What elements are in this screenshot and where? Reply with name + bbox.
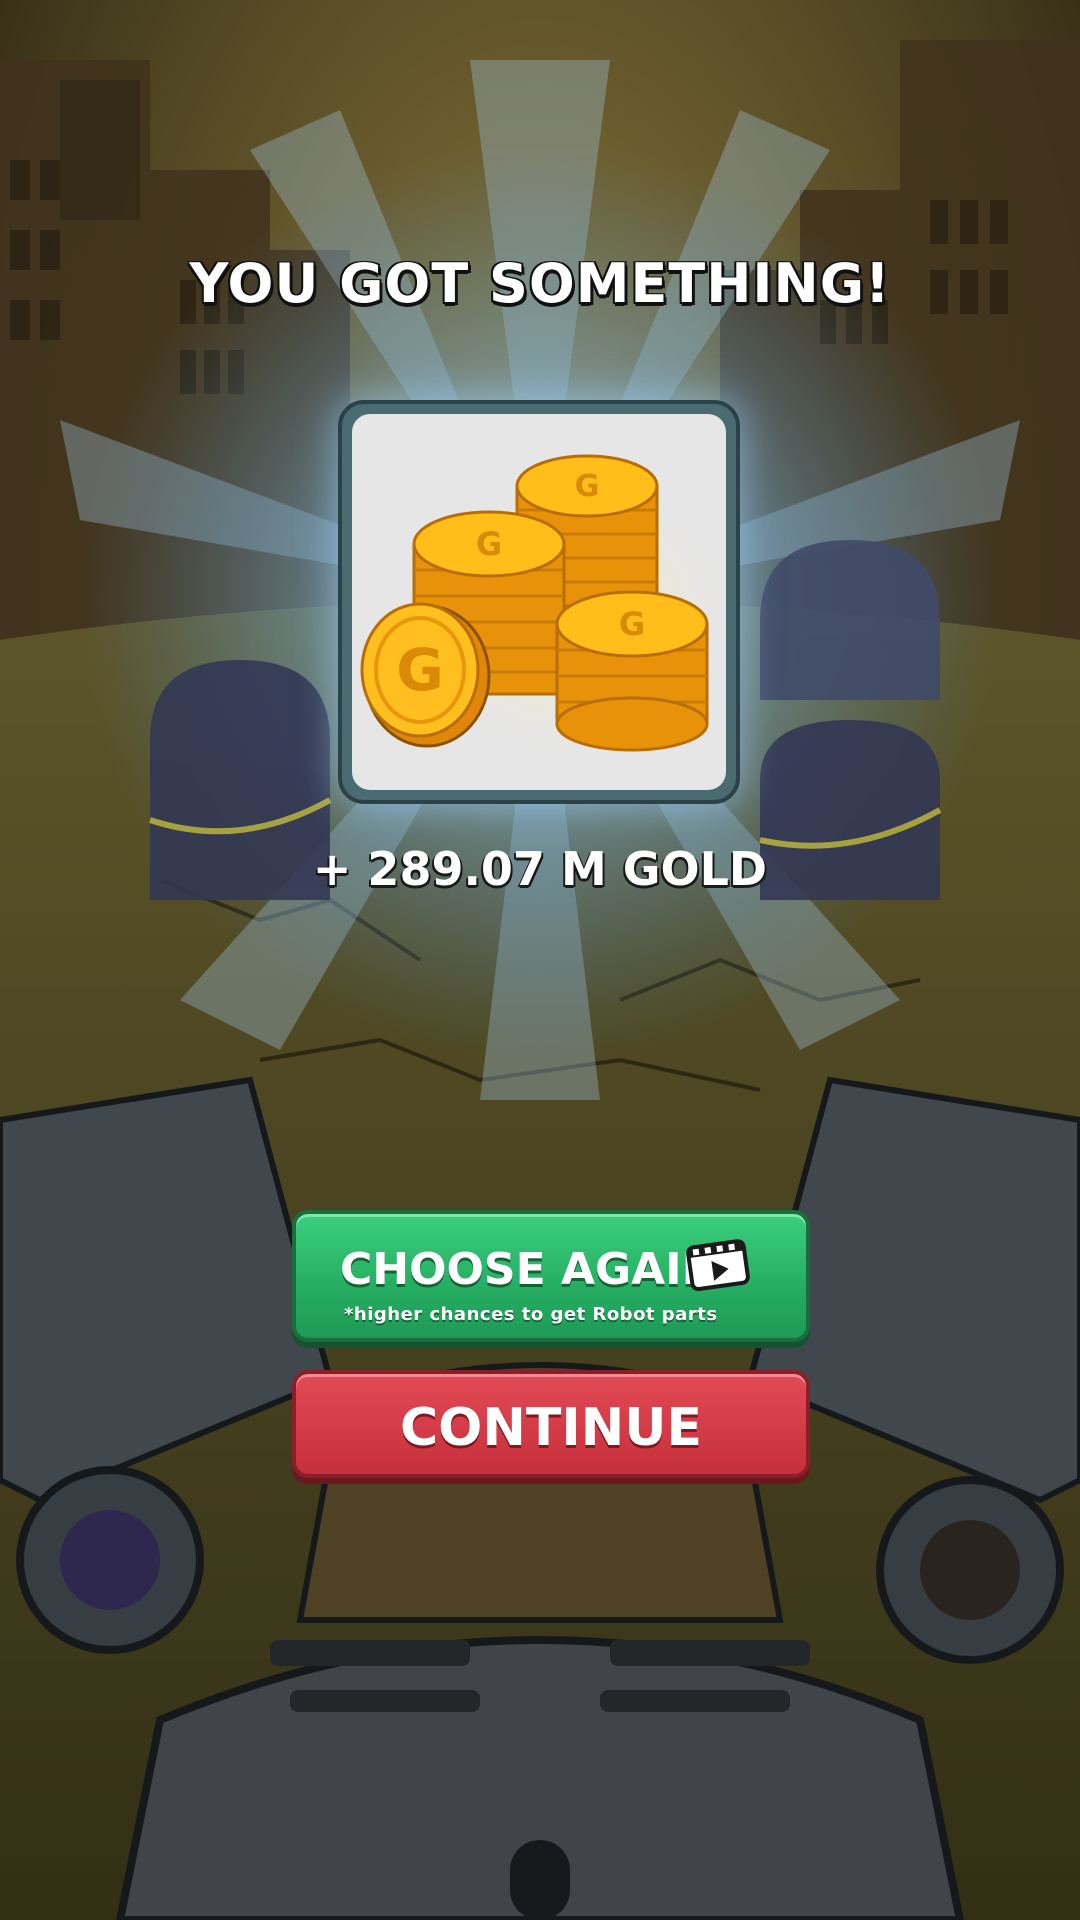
reward-screen: YOU GOT SOMETHING! G G G G + 289.07 M GO… <box>0 0 1080 1920</box>
reward-amount: + 289.07 M GOLD <box>312 842 768 896</box>
svg-text:G: G <box>619 605 645 643</box>
choose-again-sublabel: *higher chances to get Robot parts <box>344 1304 718 1325</box>
reward-card-inner: G G G G <box>352 414 726 790</box>
continue-label: CONTINUE <box>400 1398 702 1458</box>
reward-title: YOU GOT SOMETHING! <box>189 252 891 315</box>
svg-text:G: G <box>396 636 444 704</box>
svg-text:G: G <box>575 469 600 504</box>
choose-again-button[interactable]: CHOOSE AGAIN *higher chances to get Robo… <box>292 1210 810 1342</box>
continue-button[interactable]: CONTINUE <box>292 1370 810 1478</box>
video-ad-icon <box>686 1239 750 1292</box>
svg-text:G: G <box>476 525 502 563</box>
gold-coins-icon: G G G G <box>360 454 722 764</box>
reward-card: G G G G <box>338 400 740 804</box>
choose-again-label: CHOOSE AGAIN <box>340 1244 719 1295</box>
